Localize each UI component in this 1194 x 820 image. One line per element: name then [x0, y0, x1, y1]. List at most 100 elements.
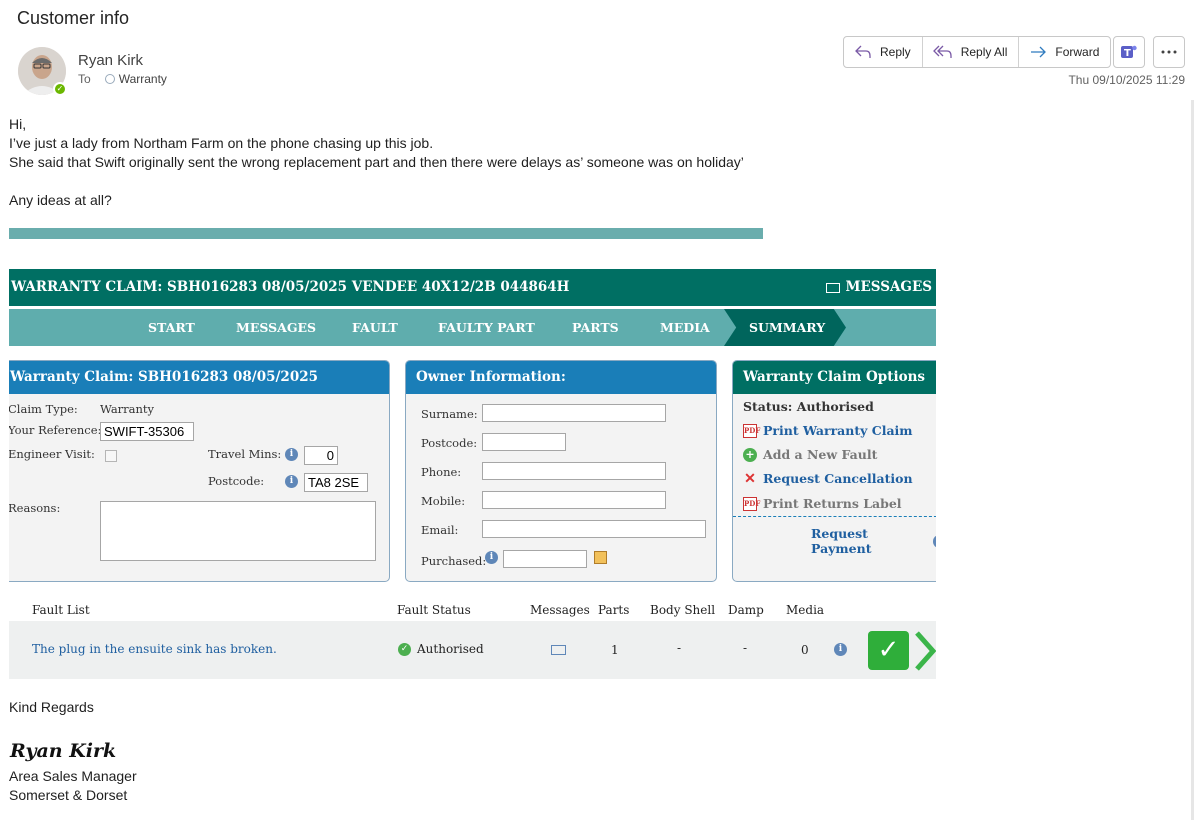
body-shell-value: -: [677, 641, 682, 655]
reply-all-button[interactable]: Reply All: [923, 37, 1020, 67]
authorised-check-icon: ✓: [868, 631, 909, 670]
more-actions-button[interactable]: [1153, 36, 1185, 68]
fault-status: Authorised: [417, 642, 484, 656]
to-label: To: [78, 72, 91, 86]
message-envelope-icon: [551, 645, 566, 655]
print-claim-label: Print Warranty Claim: [763, 423, 913, 438]
nav-fault: FAULT: [352, 320, 398, 335]
email-body: Hi, I’ve just a lady from Northam Farm o…: [9, 115, 744, 210]
teams-button[interactable]: T: [1113, 36, 1145, 68]
sender-name[interactable]: Ryan Kirk: [78, 52, 143, 69]
reference-label: Your Reference:: [9, 423, 102, 437]
signature-name: Ryan Kirk: [10, 740, 117, 762]
pdf-icon: PDF: [743, 423, 760, 438]
owner-postcode-field: [482, 433, 566, 451]
request-cancel-label: Request Cancellation: [763, 471, 913, 486]
fault-description: The plug in the ensuite sink has broken.: [32, 642, 277, 656]
phone-label: Phone:: [421, 465, 462, 479]
damp-value: -: [743, 641, 748, 655]
warranty-claim-screenshot: WARRANTY CLAIM: SBH016283 08/05/2025 VEN…: [9, 243, 936, 679]
options-panel-title: Warranty Claim Options: [733, 361, 936, 394]
forward-button[interactable]: Forward: [1019, 37, 1110, 67]
info-icon: i: [932, 534, 936, 548]
claim-status: Status: Authorised: [743, 399, 874, 414]
reply-icon: [855, 45, 871, 58]
authorised-icon: ✓: [398, 643, 411, 656]
travel-mins-field: 0: [304, 446, 338, 465]
claim-header: WARRANTY CLAIM: SBH016283 08/05/2025 VEN…: [9, 269, 936, 306]
engineer-visit-label: Engineer Visit:: [9, 447, 95, 461]
calendar-icon: [594, 551, 607, 564]
email-field: [482, 520, 706, 538]
nav-media: MEDIA: [660, 320, 710, 335]
surname-label: Surname:: [421, 407, 478, 421]
phone-field: [482, 462, 666, 480]
print-returns-option: PDF Print Returns Label: [743, 496, 902, 511]
parts-header: Parts: [598, 603, 630, 617]
chevron-right-icon: [915, 631, 936, 671]
envelope-icon: [825, 282, 840, 293]
info-icon: i: [485, 551, 498, 564]
add-icon: +: [743, 447, 757, 462]
forward-label: Forward: [1055, 45, 1100, 59]
claim-nav: START MESSAGES FAULT FAULTY PART PARTS M…: [9, 309, 936, 346]
reasons-label: Reasons:: [9, 501, 61, 515]
email-label: Email:: [421, 523, 459, 537]
claim-panel: Warranty Claim: SBH016283 08/05/2025 Cla…: [9, 360, 390, 582]
nav-messages: MESSAGES: [236, 320, 317, 335]
recipient-presence-icon: [104, 74, 115, 84]
reference-field: SWIFT-35306: [100, 422, 194, 441]
add-fault-label: Add a New Fault: [763, 447, 878, 462]
body-line: [9, 172, 744, 191]
signature-title: Area Sales Manager: [9, 768, 137, 784]
media-header: Media: [786, 603, 825, 617]
fault-list-header: Fault List: [32, 603, 90, 617]
reply-all-icon: [932, 45, 952, 58]
claim-type-value: Warranty: [100, 402, 155, 416]
body-line: I’ve just a lady from Northam Farm on th…: [9, 135, 434, 151]
info-icon: i: [285, 475, 298, 488]
fault-row: The plug in the ensuite sink has broken.…: [9, 621, 936, 679]
purchased-label: Purchased:: [421, 554, 487, 568]
presence-available-icon: ✓: [53, 82, 67, 96]
mobile-label: Mobile:: [421, 494, 466, 508]
request-payment-label: Request Payment: [811, 526, 872, 556]
body-shell-header: Body Shell: [650, 603, 716, 617]
recipient-warranty[interactable]: Warranty: [119, 72, 167, 86]
print-claim-option: PDF Print Warranty Claim: [743, 423, 913, 438]
claim-messages-link: MESSAGES: [825, 269, 932, 306]
add-fault-option: + Add a New Fault: [743, 447, 877, 462]
options-divider: [733, 516, 936, 517]
forward-icon: [1031, 46, 1047, 58]
nav-faulty-part: FAULTY PART: [438, 320, 535, 335]
reply-button[interactable]: Reply: [844, 37, 923, 67]
signature-region: Somerset & Dorset: [9, 787, 128, 803]
reasons-textarea: [100, 501, 376, 561]
mobile-field: [482, 491, 666, 509]
nav-start: START: [148, 320, 195, 335]
options-panel: Warranty Claim Options Status: Authorise…: [732, 360, 936, 582]
claim-header-title: WARRANTY CLAIM: SBH016283 08/05/2025 VEN…: [11, 279, 570, 295]
pdf-icon: PDF: [743, 496, 760, 511]
nav-parts: PARTS: [572, 320, 619, 335]
claim-type-label: Claim Type:: [9, 402, 78, 416]
reply-label: Reply: [880, 45, 911, 59]
fault-status-header: Fault Status: [397, 603, 471, 617]
engineer-visit-checkbox: [105, 450, 117, 462]
owner-panel: Owner Information: Surname: Postcode: Ph…: [405, 360, 717, 582]
owner-panel-title: Owner Information:: [406, 361, 716, 394]
body-line: She said that Swift originally sent the …: [9, 154, 744, 170]
postcode-label: Postcode:: [208, 474, 265, 488]
surname-field: [482, 404, 666, 422]
reply-all-label: Reply All: [960, 45, 1008, 59]
divider-bar: [9, 228, 763, 239]
purchased-field: [503, 550, 587, 568]
messages-header: Messages: [530, 603, 590, 617]
info-icon: i: [285, 448, 298, 461]
print-returns-label: Print Returns Label: [763, 496, 902, 511]
recipients-row: To Warranty: [78, 72, 167, 86]
info-icon: i: [834, 643, 847, 656]
body-line: Any ideas at all?: [9, 192, 112, 208]
teams-icon: T: [1121, 45, 1137, 59]
body-line: Hi,: [9, 116, 27, 132]
